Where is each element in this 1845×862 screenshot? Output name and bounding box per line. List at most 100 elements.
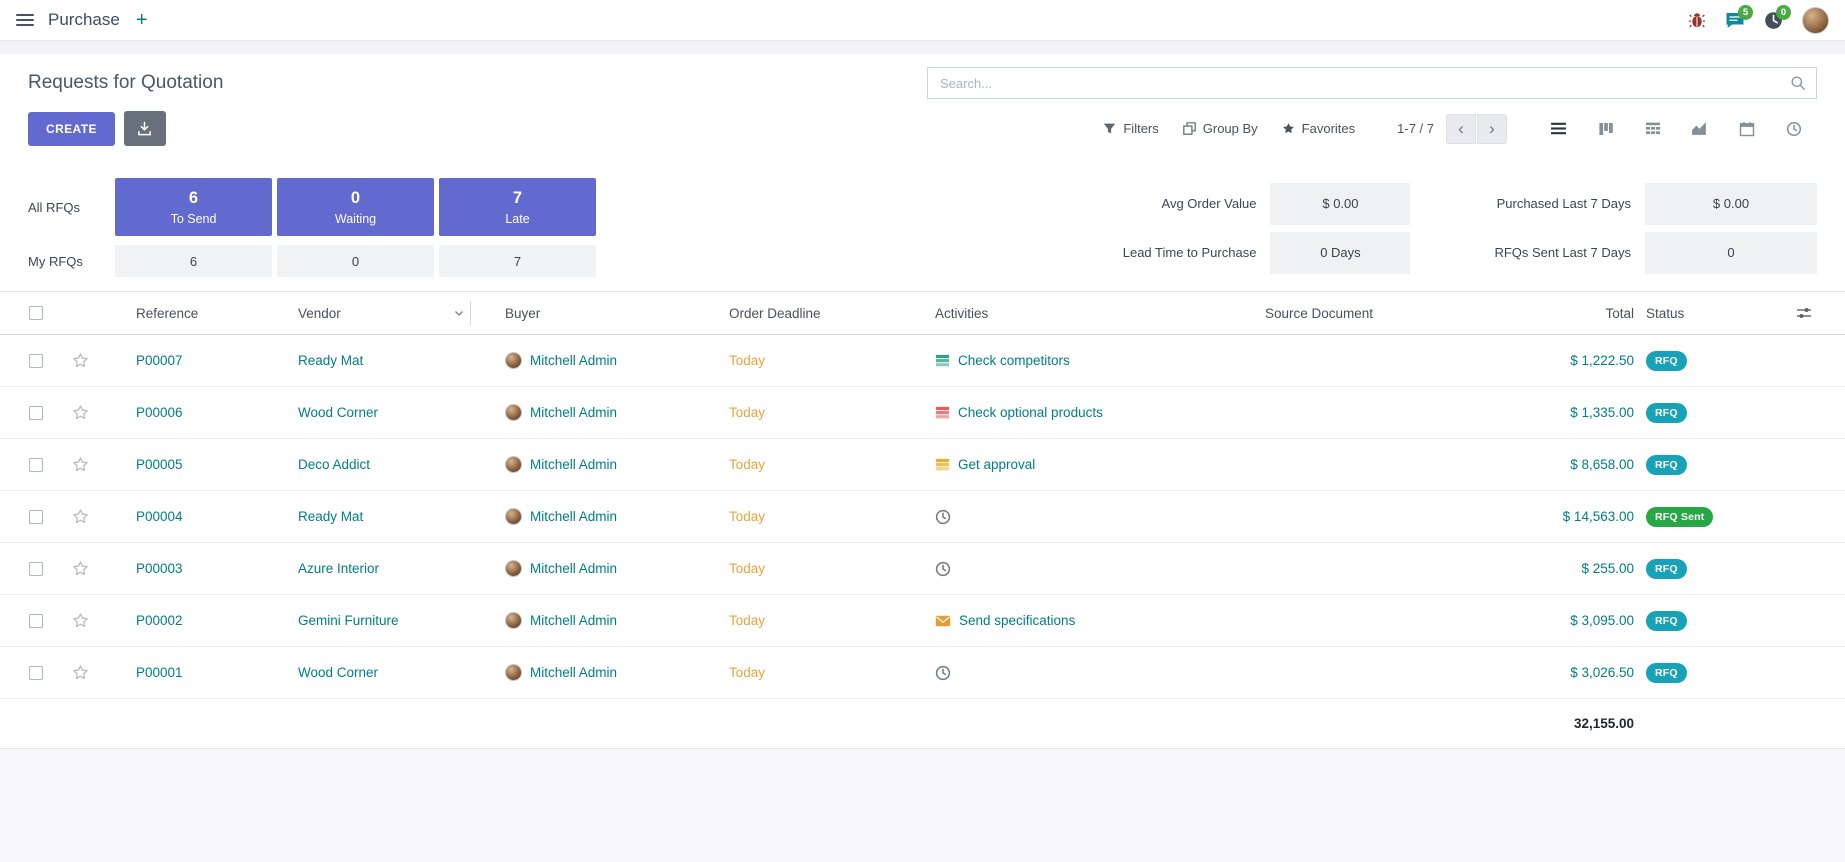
- search-bar[interactable]: [927, 67, 1817, 99]
- pager-next-button[interactable]: ›: [1477, 114, 1507, 144]
- reference-link[interactable]: P00007: [102, 353, 264, 368]
- header-buyer[interactable]: Buyer: [471, 306, 695, 321]
- table-row[interactable]: P00004 Ready Mat Mitchell Admin Today $ …: [0, 491, 1845, 543]
- group-by-button[interactable]: Group By: [1171, 115, 1270, 142]
- table-row[interactable]: P00007 Ready Mat Mitchell Admin Today Ch…: [0, 335, 1845, 387]
- plus-icon[interactable]: +: [136, 10, 148, 30]
- tile-late[interactable]: 7 Late: [439, 178, 596, 236]
- calendar-view-button[interactable]: [1723, 112, 1770, 146]
- apps-menu-icon[interactable]: [16, 14, 34, 26]
- activity-icon[interactable]: [935, 509, 951, 525]
- row-checkbox[interactable]: [29, 562, 43, 576]
- header-total[interactable]: Total: [1446, 306, 1636, 321]
- buyer-cell[interactable]: Mitchell Admin: [471, 508, 695, 525]
- vendor-link[interactable]: Gemini Furniture: [264, 613, 471, 628]
- reference-link[interactable]: P00004: [102, 509, 264, 524]
- activity-icon[interactable]: [935, 353, 950, 368]
- favorites-button[interactable]: Favorites: [1270, 115, 1367, 142]
- favorite-star-icon[interactable]: [72, 664, 89, 681]
- buyer-cell[interactable]: Mitchell Admin: [471, 352, 695, 369]
- vendor-link[interactable]: Wood Corner: [264, 405, 471, 420]
- buyer-cell[interactable]: Mitchell Admin: [471, 612, 695, 629]
- select-all-checkbox[interactable]: [29, 306, 43, 320]
- activity-icon[interactable]: [935, 665, 951, 681]
- messages-icon[interactable]: 5: [1725, 11, 1745, 30]
- activity-label[interactable]: Check competitors: [958, 353, 1070, 368]
- reference-link[interactable]: P00006: [102, 405, 264, 420]
- favorite-star-icon[interactable]: [72, 456, 89, 473]
- favorite-star-icon[interactable]: [72, 560, 89, 577]
- header-reference[interactable]: Reference: [102, 306, 264, 321]
- table-row[interactable]: P00005 Deco Addict Mitchell Admin Today …: [0, 439, 1845, 491]
- order-deadline-cell[interactable]: Today: [695, 353, 901, 368]
- buyer-cell[interactable]: Mitchell Admin: [471, 404, 695, 421]
- tile-to-send[interactable]: 6 To Send: [115, 178, 272, 236]
- search-icon[interactable]: [1790, 75, 1806, 91]
- activity-label[interactable]: Check optional products: [958, 405, 1103, 420]
- activity-cell[interactable]: [901, 509, 1231, 525]
- activity-label[interactable]: Send specifications: [959, 613, 1075, 628]
- export-button[interactable]: [124, 111, 166, 146]
- filters-button[interactable]: Filters: [1091, 115, 1170, 142]
- reference-link[interactable]: P00003: [102, 561, 264, 576]
- order-deadline-cell[interactable]: Today: [695, 665, 901, 680]
- order-deadline-cell[interactable]: Today: [695, 509, 901, 524]
- table-row[interactable]: P00003 Azure Interior Mitchell Admin Tod…: [0, 543, 1845, 595]
- vendor-link[interactable]: Deco Addict: [264, 457, 471, 472]
- row-checkbox[interactable]: [29, 406, 43, 420]
- vendor-link[interactable]: Azure Interior: [264, 561, 471, 576]
- row-checkbox[interactable]: [29, 666, 43, 680]
- tile-waiting[interactable]: 0 Waiting: [277, 178, 434, 236]
- table-row[interactable]: P00001 Wood Corner Mitchell Admin Today …: [0, 647, 1845, 699]
- kanban-view-button[interactable]: [1582, 112, 1629, 146]
- reference-link[interactable]: P00001: [102, 665, 264, 680]
- order-deadline-cell[interactable]: Today: [695, 405, 901, 420]
- row-checkbox[interactable]: [29, 510, 43, 524]
- header-activities[interactable]: Activities: [901, 306, 1231, 321]
- activity-cell[interactable]: Check competitors: [901, 353, 1231, 368]
- order-deadline-cell[interactable]: Today: [695, 561, 901, 576]
- header-status[interactable]: Status: [1636, 306, 1776, 321]
- activity-cell[interactable]: Send specifications: [901, 613, 1231, 629]
- app-name[interactable]: Purchase: [48, 10, 120, 30]
- pivot-view-button[interactable]: [1629, 112, 1676, 146]
- activity-cell[interactable]: Get approval: [901, 457, 1231, 472]
- vendor-link[interactable]: Ready Mat: [264, 353, 471, 368]
- activity-view-button[interactable]: [1770, 112, 1817, 146]
- activity-cell[interactable]: Check optional products: [901, 405, 1231, 420]
- pager-previous-button[interactable]: ‹: [1446, 114, 1476, 144]
- reference-link[interactable]: P00005: [102, 457, 264, 472]
- vendor-link[interactable]: Wood Corner: [264, 665, 471, 680]
- row-checkbox[interactable]: [29, 354, 43, 368]
- favorite-star-icon[interactable]: [72, 612, 89, 629]
- list-view-button[interactable]: [1535, 112, 1582, 146]
- reference-link[interactable]: P00002: [102, 613, 264, 628]
- order-deadline-cell[interactable]: Today: [695, 613, 901, 628]
- activity-clock-icon[interactable]: 0: [1764, 11, 1783, 30]
- my-to-send-value[interactable]: 6: [115, 245, 272, 277]
- buyer-cell[interactable]: Mitchell Admin: [471, 456, 695, 473]
- header-order-deadline[interactable]: Order Deadline: [695, 306, 901, 321]
- activity-icon[interactable]: [935, 405, 950, 420]
- buyer-cell[interactable]: Mitchell Admin: [471, 560, 695, 577]
- header-source-document[interactable]: Source Document: [1231, 306, 1446, 321]
- debug-bug-icon[interactable]: [1688, 11, 1706, 29]
- create-button[interactable]: CREATE: [28, 112, 115, 146]
- row-checkbox[interactable]: [29, 614, 43, 628]
- my-waiting-value[interactable]: 0: [277, 245, 434, 277]
- table-row[interactable]: P00002 Gemini Furniture Mitchell Admin T…: [0, 595, 1845, 647]
- activity-icon[interactable]: [935, 561, 951, 577]
- search-input[interactable]: [940, 76, 1790, 91]
- user-avatar[interactable]: [1802, 7, 1829, 34]
- favorite-star-icon[interactable]: [72, 352, 89, 369]
- favorite-star-icon[interactable]: [72, 508, 89, 525]
- graph-view-button[interactable]: [1676, 112, 1723, 146]
- table-row[interactable]: P00006 Wood Corner Mitchell Admin Today …: [0, 387, 1845, 439]
- row-checkbox[interactable]: [29, 458, 43, 472]
- activity-icon[interactable]: [935, 457, 950, 472]
- order-deadline-cell[interactable]: Today: [695, 457, 901, 472]
- my-late-value[interactable]: 7: [439, 245, 596, 277]
- favorite-star-icon[interactable]: [72, 404, 89, 421]
- activity-label[interactable]: Get approval: [958, 457, 1035, 472]
- activity-icon[interactable]: [935, 613, 951, 629]
